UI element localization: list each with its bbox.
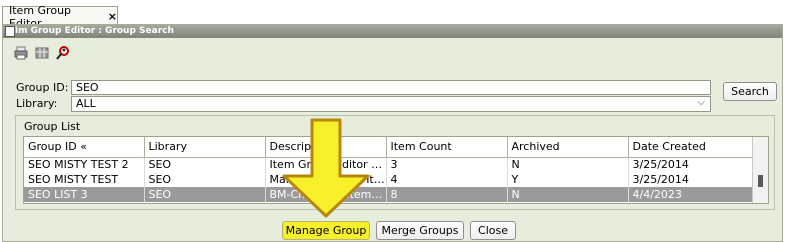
down-arrow-annotation-icon [282, 118, 370, 218]
print-icon[interactable] [13, 45, 29, 61]
cell-group-id: SEO MISTY TEST [24, 172, 145, 187]
window-checkbox[interactable] [5, 26, 15, 37]
search-person-icon[interactable] [55, 45, 71, 61]
library-label: Library: [16, 97, 58, 110]
tab-item-group-editor[interactable]: Item Group Editor × [2, 4, 118, 30]
cell-group-id: SEO LIST 3 [24, 187, 145, 202]
cell-archived: Y [507, 172, 629, 187]
toolbar [13, 43, 71, 63]
cell-date-created: 3/25/2014 [628, 172, 755, 187]
cell-date-created: 3/25/2014 [628, 157, 755, 172]
group-id-input[interactable]: SEO [71, 80, 711, 95]
search-button[interactable]: Search [723, 82, 777, 101]
group-search-window: ı̇m Group Editor : Group Search Group ID… [2, 24, 783, 242]
group-id-label: Group ID: [16, 81, 69, 94]
table-row[interactable]: SEO MISTY TEST 2 SEO Item Group Editor p… [24, 157, 755, 172]
column-header-archived[interactable]: Archived [507, 137, 629, 158]
cell-archived: N [507, 187, 629, 202]
scrollbar-thumb[interactable] [758, 175, 763, 187]
merge-groups-button[interactable]: Merge Groups [376, 221, 464, 240]
cell-library: SEO [144, 172, 266, 187]
column-header-date-created[interactable]: Date Created [628, 137, 755, 158]
column-header-item-count[interactable]: Item Count [386, 137, 508, 158]
window-title: ı̇m Group Editor : Group Search [3, 25, 782, 38]
group-list-panel: Group List Group ID « Library Descripti.… [15, 115, 775, 210]
column-header-library[interactable]: Library [144, 137, 266, 158]
tab-bar: Item Group Editor × [0, 0, 787, 30]
vertical-scrollbar[interactable] [752, 137, 768, 203]
table-row[interactable]: SEO MISTY TEST SEO March 25 Testing Item… [24, 172, 755, 187]
cell-group-id: SEO MISTY TEST 2 [24, 157, 145, 172]
cell-item-count: 4 [386, 172, 508, 187]
cell-item-count: 8 [386, 187, 508, 202]
chevron-down-icon: ⌵ [697, 97, 705, 108]
cell-library: SEO [144, 157, 266, 172]
cell-library: SEO [144, 187, 266, 202]
library-select[interactable]: ALL ⌵ [71, 96, 711, 112]
close-icon[interactable]: × [108, 10, 117, 23]
columns-icon[interactable] [34, 45, 50, 61]
table-row-selected[interactable]: SEO LIST 3 SEO BM-Changing Item t... 8 N… [24, 187, 755, 202]
column-header-group-id[interactable]: Group ID « [24, 137, 145, 158]
cell-archived: N [507, 157, 629, 172]
group-list-grid: Group ID « Library Descripti... Item Cou… [23, 136, 769, 204]
library-selected-value: ALL [76, 97, 96, 110]
grid-header-row: Group ID « Library Descripti... Item Cou… [24, 137, 755, 158]
cell-date-created: 4/4/2023 [628, 187, 755, 202]
close-button[interactable]: Close [470, 221, 516, 240]
cell-item-count: 3 [386, 157, 508, 172]
manage-group-button[interactable]: Manage Group [282, 221, 370, 240]
group-list-title: Group List [24, 120, 81, 133]
